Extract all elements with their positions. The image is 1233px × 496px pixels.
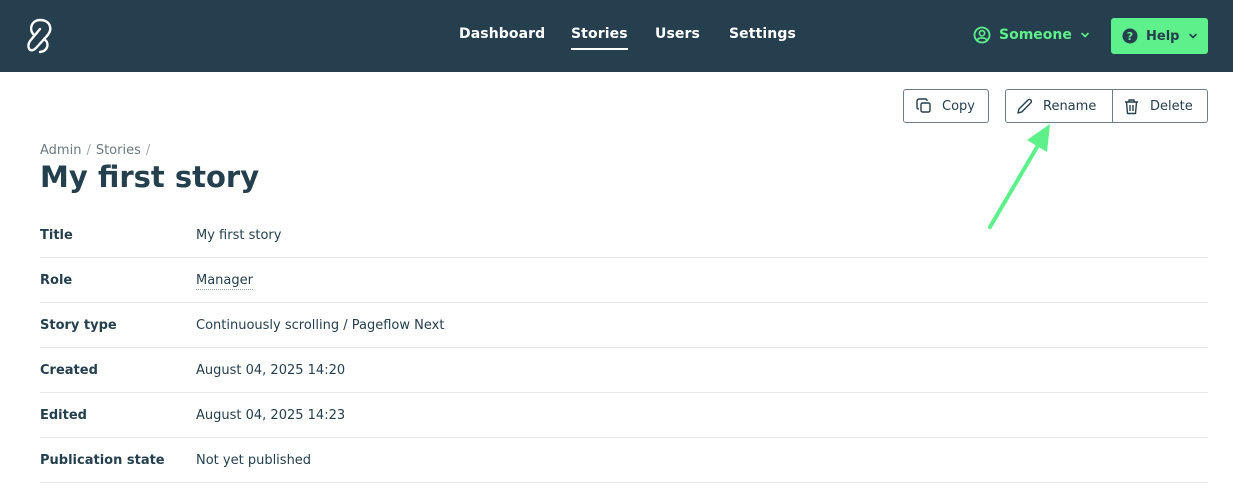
breadcrumb-admin[interactable]: Admin xyxy=(40,143,81,158)
breadcrumb-separator: / xyxy=(86,143,91,158)
chevron-down-icon xyxy=(1081,32,1089,38)
svg-text:?: ? xyxy=(1127,30,1133,43)
nav-settings[interactable]: Settings xyxy=(729,26,796,42)
detail-value: August 04, 2025 14:23 xyxy=(196,408,346,423)
story-details-list: Title My first story Role Manager Story … xyxy=(40,213,1208,483)
chevron-down-icon xyxy=(1189,33,1198,39)
breadcrumb-separator: / xyxy=(145,143,151,158)
detail-row-story-type: Story type Continuously scrolling / Page… xyxy=(40,303,1208,348)
help-button-label: Help xyxy=(1146,28,1180,44)
detail-value: My first story xyxy=(196,228,282,243)
nav-dashboard[interactable]: Dashboard xyxy=(459,26,545,42)
story-actions-group: Rename Delete xyxy=(1005,89,1208,125)
detail-key: Role xyxy=(40,273,73,288)
help-button[interactable]: ? Help xyxy=(1111,18,1208,54)
breadcrumb-stories[interactable]: Stories xyxy=(96,143,141,158)
nav-users[interactable]: Users xyxy=(655,26,700,42)
detail-value-role[interactable]: Manager xyxy=(196,273,253,290)
detail-row-edited: Edited August 04, 2025 14:23 xyxy=(40,393,1208,438)
trash-icon xyxy=(1125,98,1138,114)
copy-button-label: Copy xyxy=(942,98,975,114)
detail-key: Edited xyxy=(40,408,87,423)
pencil-icon xyxy=(1017,98,1033,114)
detail-row-title: Title My first story xyxy=(40,213,1208,258)
question-icon: ? xyxy=(1122,28,1138,44)
copy-icon xyxy=(916,98,931,113)
detail-key: Publication state xyxy=(40,453,165,468)
delete-button-label: Delete xyxy=(1150,98,1193,114)
top-navigation-bar: Dashboard Stories Users Settings Someone… xyxy=(0,0,1233,72)
user-menu[interactable]: Someone xyxy=(973,26,1090,44)
rename-button-label: Rename xyxy=(1043,98,1097,114)
detail-value: Not yet published xyxy=(196,453,312,468)
page-title: My first story xyxy=(40,160,260,194)
detail-row-created: Created August 04, 2025 14:20 xyxy=(40,348,1208,393)
rename-button[interactable]: Rename xyxy=(1005,89,1113,123)
user-circle-icon xyxy=(973,26,991,44)
user-menu-label: Someone xyxy=(999,27,1072,43)
detail-key: Created xyxy=(40,363,98,378)
nav-stories[interactable]: Stories xyxy=(571,26,628,50)
detail-key: Title xyxy=(40,228,73,243)
detail-row-role: Role Manager xyxy=(40,258,1208,303)
detail-value: August 04, 2025 14:20 xyxy=(196,363,346,378)
breadcrumb: Admin / Stories / xyxy=(40,143,155,158)
delete-button[interactable]: Delete xyxy=(1112,89,1208,123)
detail-row-publication-state: Publication state Not yet published xyxy=(40,438,1208,483)
logo-icon[interactable] xyxy=(24,17,56,55)
copy-button[interactable]: Copy xyxy=(903,89,989,123)
detail-value: Continuously scrolling / Pageflow Next xyxy=(196,318,445,333)
detail-key: Story type xyxy=(40,318,117,333)
